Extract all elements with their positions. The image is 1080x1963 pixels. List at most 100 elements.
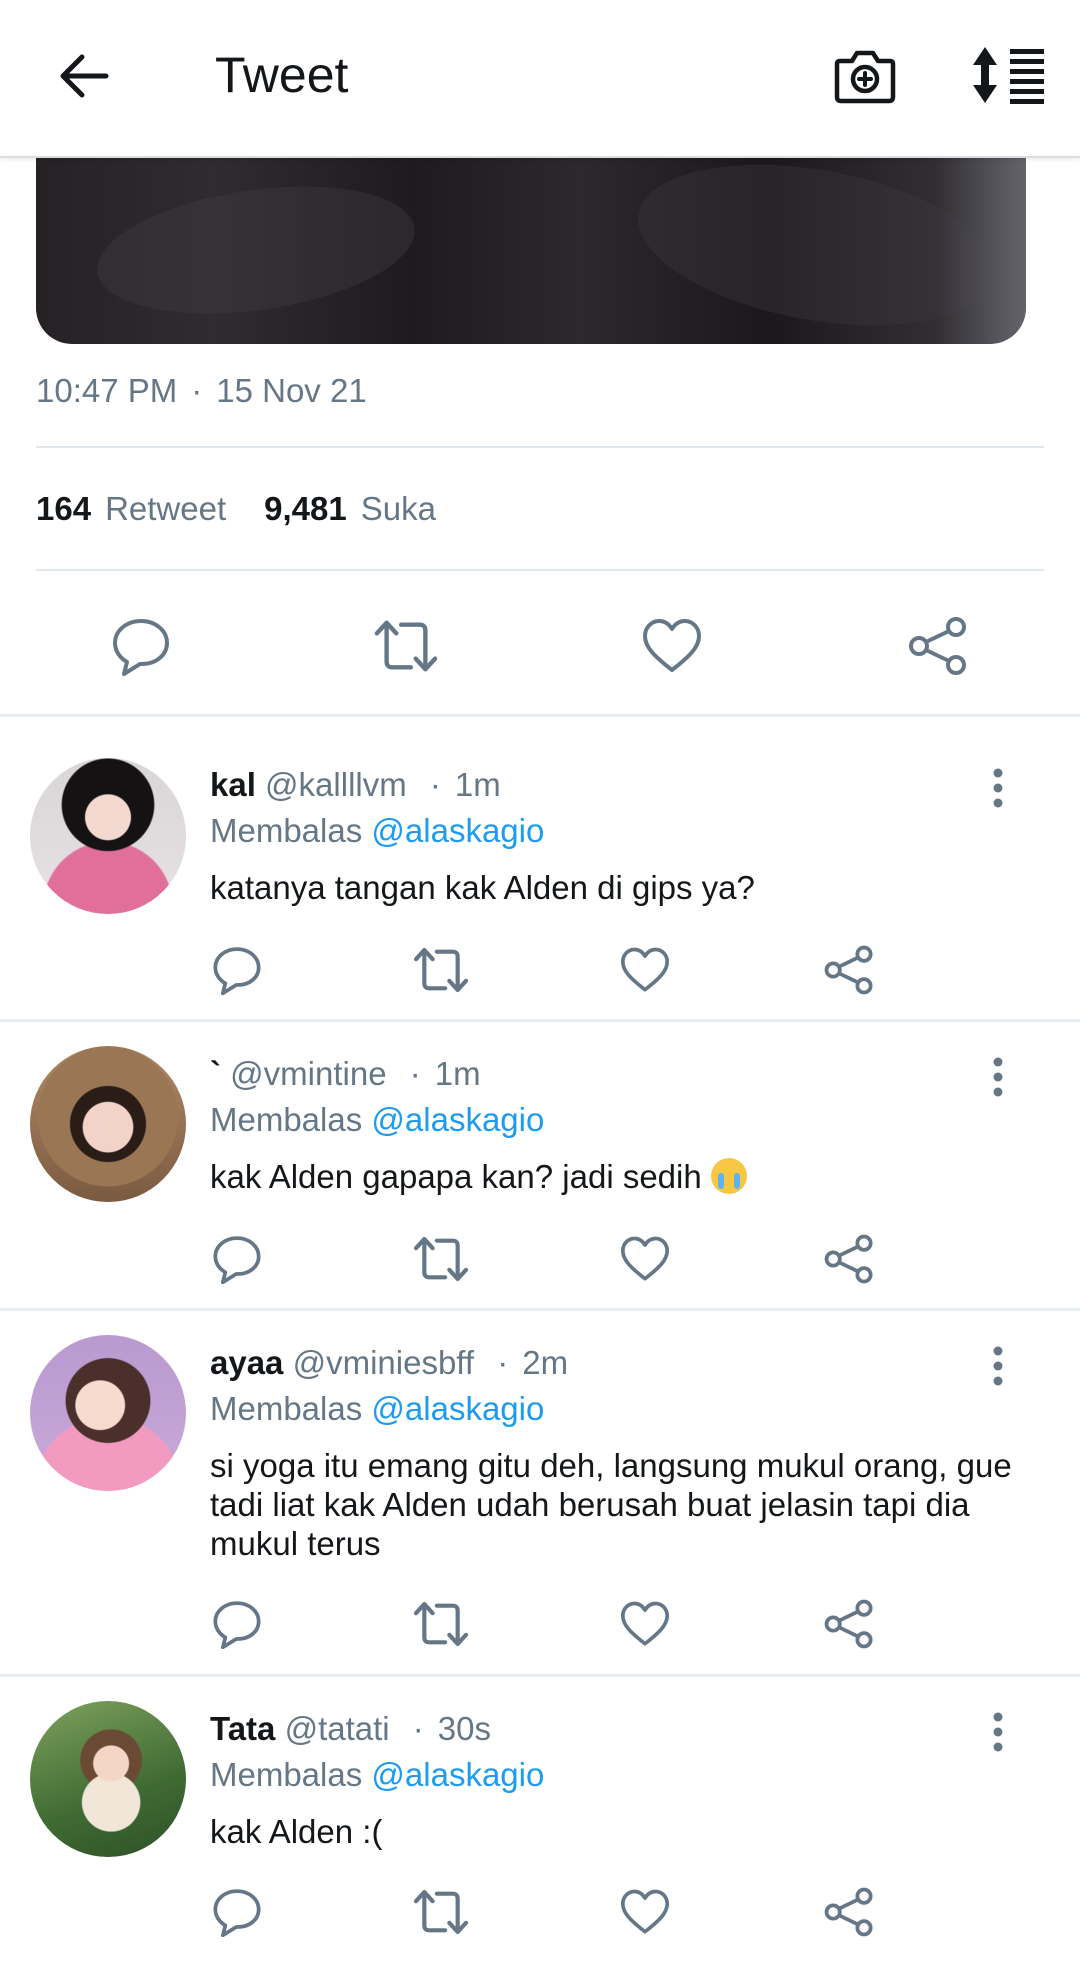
heart-icon bbox=[643, 619, 701, 672]
replying-handle-link[interactable]: @alaskagio bbox=[371, 1101, 544, 1138]
replying-to: Membalas @alaskagio bbox=[210, 1101, 544, 1139]
share-button[interactable] bbox=[821, 1231, 877, 1287]
like-label[interactable]: Suka bbox=[361, 490, 436, 528]
replying-handle-link[interactable]: @alaskagio bbox=[371, 1756, 544, 1793]
avatar[interactable] bbox=[30, 758, 186, 914]
reply-icon bbox=[213, 1601, 261, 1649]
tweet-time: 10:47 PM bbox=[36, 372, 178, 409]
reply-header: Tata @tatati · 30s bbox=[210, 1710, 491, 1748]
share-icon bbox=[824, 1234, 873, 1284]
avatar[interactable] bbox=[30, 1335, 186, 1491]
reply-text-container: kak Alden gapapa kan? jadi sedih bbox=[210, 1157, 1040, 1196]
more-options-button[interactable] bbox=[980, 1338, 1016, 1394]
share-icon bbox=[909, 617, 966, 675]
retweet-button[interactable] bbox=[413, 1596, 469, 1652]
replying-label: Membalas bbox=[210, 1390, 363, 1427]
more-options-button[interactable] bbox=[980, 1049, 1016, 1105]
replying-label: Membalas bbox=[210, 1101, 363, 1138]
display-name[interactable]: Tata bbox=[210, 1710, 275, 1747]
reply-time: 1m bbox=[454, 766, 501, 803]
replying-to: Membalas @alaskagio bbox=[210, 1756, 544, 1794]
retweet-button[interactable] bbox=[374, 614, 438, 678]
reply-button[interactable] bbox=[209, 942, 265, 998]
more-vertical-icon bbox=[993, 1712, 1003, 1752]
reply-icon bbox=[113, 619, 169, 676]
replying-label: Membalas bbox=[210, 812, 363, 849]
divider bbox=[36, 446, 1044, 448]
user-handle[interactable]: @kallllvm bbox=[265, 766, 407, 803]
heart-icon bbox=[620, 947, 670, 992]
back-button[interactable] bbox=[48, 40, 120, 112]
retweet-count[interactable]: 164 bbox=[36, 490, 91, 528]
tweet-date: 15 Nov 21 bbox=[216, 372, 367, 409]
replying-handle-link[interactable]: @alaskagio bbox=[371, 812, 544, 849]
user-handle[interactable]: @vmintine bbox=[230, 1055, 386, 1092]
heart-icon bbox=[620, 1889, 670, 1934]
more-vertical-icon bbox=[993, 768, 1003, 808]
reply-text: kak Alden :( bbox=[210, 1813, 383, 1850]
more-vertical-icon bbox=[993, 1346, 1003, 1386]
share-button[interactable] bbox=[821, 1884, 877, 1940]
more-options-button[interactable] bbox=[980, 1704, 1016, 1760]
share-button[interactable] bbox=[821, 942, 877, 998]
dot-separator: · bbox=[412, 1710, 424, 1747]
divider bbox=[36, 569, 1044, 571]
reply-button[interactable] bbox=[209, 1596, 265, 1652]
retweet-button[interactable] bbox=[413, 1231, 469, 1287]
replying-to: Membalas @alaskagio bbox=[210, 812, 544, 850]
tweet-action-bar bbox=[0, 606, 1080, 686]
retweet-icon bbox=[413, 1889, 469, 1935]
display-name[interactable]: ` bbox=[210, 1055, 221, 1092]
like-count[interactable]: 9,481 bbox=[264, 490, 347, 528]
user-handle[interactable]: @vminiesbff bbox=[293, 1344, 474, 1381]
reply-icon bbox=[213, 1889, 261, 1937]
retweet-button[interactable] bbox=[413, 1884, 469, 1940]
arrow-left-icon bbox=[60, 54, 109, 98]
dot-separator: · bbox=[497, 1344, 509, 1381]
like-button[interactable] bbox=[617, 942, 673, 998]
retweet-button[interactable] bbox=[413, 942, 469, 998]
avatar[interactable] bbox=[30, 1701, 186, 1857]
display-name[interactable]: ayaa bbox=[210, 1344, 283, 1381]
user-handle[interactable]: @tatati bbox=[285, 1710, 390, 1747]
dot-separator: · bbox=[409, 1055, 421, 1092]
reply-icon bbox=[213, 1236, 261, 1284]
tweet-stats: 164 Retweet 9,481 Suka bbox=[36, 490, 436, 528]
reply-button[interactable] bbox=[209, 1231, 265, 1287]
like-button[interactable] bbox=[617, 1884, 673, 1940]
sort-order-icon bbox=[973, 47, 1044, 104]
reply-time: 2m bbox=[522, 1344, 569, 1381]
replying-handle-link[interactable]: @alaskagio bbox=[371, 1390, 544, 1427]
like-button[interactable] bbox=[617, 1231, 673, 1287]
reply-button[interactable] bbox=[109, 614, 173, 678]
retweet-label[interactable]: Retweet bbox=[105, 490, 226, 528]
display-name[interactable]: kal bbox=[210, 766, 256, 803]
share-button[interactable] bbox=[906, 614, 970, 678]
retweet-icon bbox=[413, 1236, 469, 1282]
share-icon bbox=[824, 1887, 873, 1937]
sort-button[interactable] bbox=[968, 40, 1048, 110]
reply-icon bbox=[213, 947, 261, 995]
share-button[interactable] bbox=[821, 1596, 877, 1652]
reply-tweet[interactable]: kal @kallllvm · 1m Membalas @alaskagio ka… bbox=[0, 716, 1080, 1019]
camera-plus-icon bbox=[834, 50, 896, 104]
reply-text: kak Alden gapapa kan? jadi sedih bbox=[210, 1158, 702, 1195]
reply-tweet[interactable]: ` @vmintine · 1m Membalas @alaskagio kak … bbox=[0, 1021, 1080, 1308]
reply-tweet[interactable]: ayaa @vminiesbff · 2m Membalas @alaskagio… bbox=[0, 1310, 1080, 1675]
more-options-button[interactable] bbox=[980, 760, 1016, 816]
retweet-icon bbox=[413, 947, 469, 993]
like-button[interactable] bbox=[640, 614, 704, 678]
heart-icon bbox=[620, 1601, 670, 1646]
replying-to: Membalas @alaskagio bbox=[210, 1390, 544, 1428]
reply-text: si yoga itu emang gitu deh, langsung muk… bbox=[210, 1447, 1012, 1562]
reply-button[interactable] bbox=[209, 1884, 265, 1940]
replying-label: Membalas bbox=[210, 1756, 363, 1793]
camera-button[interactable] bbox=[830, 40, 900, 110]
share-icon bbox=[824, 945, 873, 995]
like-button[interactable] bbox=[617, 1596, 673, 1652]
avatar[interactable] bbox=[30, 1046, 186, 1202]
reply-tweet[interactable]: Tata @tatati · 30s Membalas @alaskagio ka… bbox=[0, 1676, 1080, 1963]
reply-text: katanya tangan kak Alden di gips ya? bbox=[210, 869, 755, 906]
dot-separator: · bbox=[191, 372, 203, 409]
tweet-timestamp: 10:47 PM · 15 Nov 21 bbox=[36, 372, 367, 410]
